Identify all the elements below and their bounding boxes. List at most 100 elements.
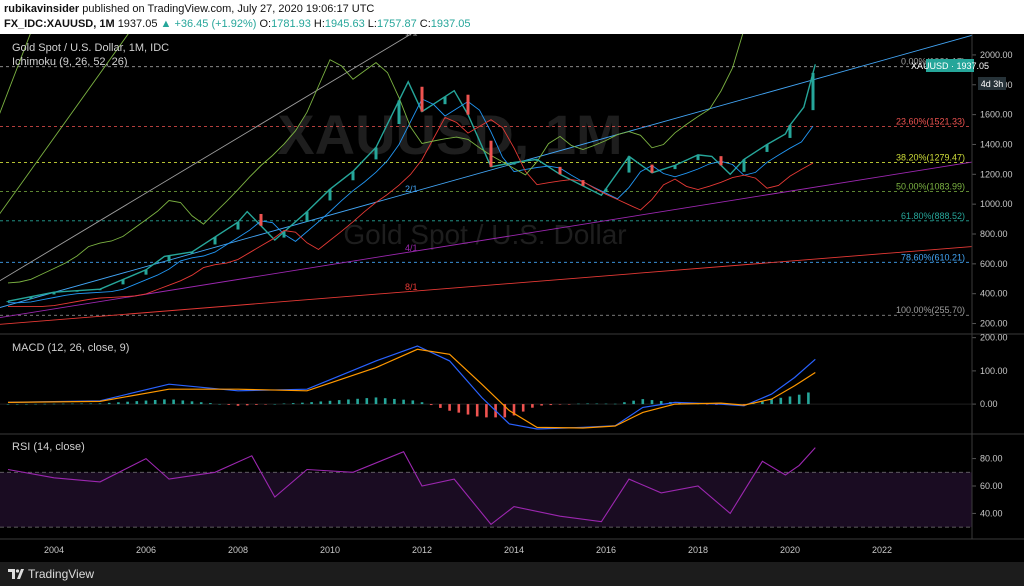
macd-histogram-bar (439, 404, 442, 408)
macd-histogram-bar (89, 403, 93, 405)
price-candle (673, 165, 677, 170)
macd-histogram-bar (788, 396, 792, 405)
macd-histogram-bar (126, 401, 129, 405)
price-axis-tick: 1600.00 (980, 110, 1013, 120)
price-series (6, 34, 816, 307)
tradingview-logo-icon[interactable] (8, 567, 24, 581)
macd-histogram-bar (80, 403, 83, 405)
gann-ray-label: 1/1 (405, 34, 418, 38)
close-value: 1937.05 (430, 18, 471, 30)
macd-histogram-bar (218, 403, 221, 405)
macd-histogram-bar (291, 403, 295, 405)
price-candle (98, 289, 102, 291)
macd-histogram-bar (117, 402, 120, 405)
macd-histogram-bar (153, 399, 157, 405)
price-candle (52, 292, 56, 295)
time-axis-tick: 2018 (688, 545, 708, 555)
macd-histogram-bar (34, 403, 37, 405)
macd-histogram-bar (383, 398, 387, 405)
rsi-series (0, 447, 972, 528)
price-candle (75, 290, 79, 292)
price-axis-tick: 200.00 (980, 319, 1008, 329)
macd-histogram-bar (393, 398, 396, 405)
time-axis-tick: 2006 (136, 545, 156, 555)
macd-histogram-bar (797, 394, 801, 405)
macd-histogram-bar (641, 399, 645, 405)
price-candle (29, 296, 33, 299)
price-tag-text: XAUUSD · 1937.05 (911, 61, 989, 71)
time-axis-tick: 2016 (596, 545, 616, 555)
gann-fan[interactable]: 1/31/21/12/14/18/1 (0, 34, 973, 331)
macd-histogram-bar (52, 403, 56, 405)
rsi-axis-tick: 40.00 (980, 508, 1003, 518)
macd-histogram-bar (199, 402, 203, 405)
high-label: H: (313, 18, 325, 30)
gann-ray-label: 2/1 (405, 184, 418, 194)
grid-lines (972, 54, 976, 514)
macd-histogram-bar (586, 403, 589, 405)
macd-histogram-bar (623, 402, 626, 405)
rsi-axis-tick: 80.00 (980, 454, 1003, 464)
time-axis-tick: 2008 (228, 545, 248, 555)
fib-retracement[interactable]: 0.00%(1921.17)23.60%(1521.33)38.20%(1279… (0, 57, 972, 316)
macd-histogram-bar (6, 404, 10, 405)
fib-level-label: 50.00%(1083.99) (896, 182, 965, 192)
macd-pane-title[interactable]: MACD (12, 26, close, 9) (12, 342, 129, 354)
price-candle (259, 213, 263, 226)
low-value: 1757.87 (376, 18, 417, 30)
gann-ray (0, 34, 129, 215)
fib-level-label: 23.60%(1521.33) (896, 116, 965, 126)
ichimoku-label[interactable]: Ichimoku (9, 26, 52, 26) (12, 56, 128, 68)
price-candle (351, 171, 355, 181)
fib-level-label: 78.60%(610.21) (901, 252, 965, 262)
price-axis-tick: 2000.00 (980, 50, 1013, 60)
fib-level-label: 100.00%(255.70) (896, 305, 965, 315)
rsi-pane-title[interactable]: RSI (14, close) (12, 441, 85, 453)
footer-bar: TradingView (0, 562, 1024, 586)
macd-histogram-bar (236, 404, 240, 406)
macd-histogram-bar (475, 404, 479, 417)
publish-line: rubikavinsider published on TradingView.… (4, 3, 374, 15)
macd-histogram-bar (347, 399, 350, 405)
macd-histogram-bar (209, 403, 212, 405)
macd-axis-tick: 200.00 (980, 333, 1008, 343)
macd-line (7, 345, 816, 430)
tradingview-brand[interactable]: TradingView (28, 567, 94, 581)
price-axis-tick: 1000.00 (980, 199, 1013, 209)
price-change: ▲ +36.45 (+1.92%) (160, 18, 257, 30)
price-axis-tick: 400.00 (980, 289, 1008, 299)
signal-line (7, 348, 816, 429)
price-axis-tick: 600.00 (980, 259, 1008, 269)
price-candle (604, 188, 608, 192)
price-candle (328, 189, 332, 201)
price-candle (535, 159, 539, 161)
gann-ray-label: 8/1 (405, 282, 418, 292)
macd-histogram-bar (779, 397, 783, 405)
macd-histogram-bar (402, 399, 405, 405)
macd-histogram-bar (310, 402, 313, 405)
macd-histogram-bar (531, 404, 534, 408)
fib-level-label: 38.20%(1279.47) (896, 152, 965, 162)
price-candle (650, 164, 654, 173)
macd-axis-tick: 100.00 (980, 366, 1008, 376)
price-candle (121, 279, 125, 285)
macd-histogram-bar (613, 403, 617, 405)
macd-histogram-bar (190, 401, 194, 405)
macd-histogram-bar (567, 404, 571, 405)
countdown-text: 4d 3h (981, 79, 1004, 89)
gann-ray (0, 34, 973, 308)
macd-histogram-bar (411, 400, 415, 405)
price-candle (788, 125, 792, 138)
macd-histogram-bar (107, 402, 111, 405)
macd-histogram-bar (448, 404, 451, 411)
chart-canvas[interactable]: XAUUSD, 1M Gold Spot / U.S. Dollar 0.00%… (0, 34, 1024, 562)
price-candle (466, 94, 470, 115)
macd-histogram-bar (374, 397, 378, 405)
price-axis-tick: 1200.00 (980, 169, 1013, 179)
macd-histogram-bar (485, 404, 488, 418)
publish-header: rubikavinsider published on TradingView.… (0, 0, 1024, 34)
price-candle (6, 301, 10, 303)
author-name[interactable]: rubikavinsider (4, 3, 79, 15)
price-tag: XAUUSD · 1937.05 4d 3h (911, 59, 1006, 90)
macd-histogram-bar (540, 404, 543, 406)
